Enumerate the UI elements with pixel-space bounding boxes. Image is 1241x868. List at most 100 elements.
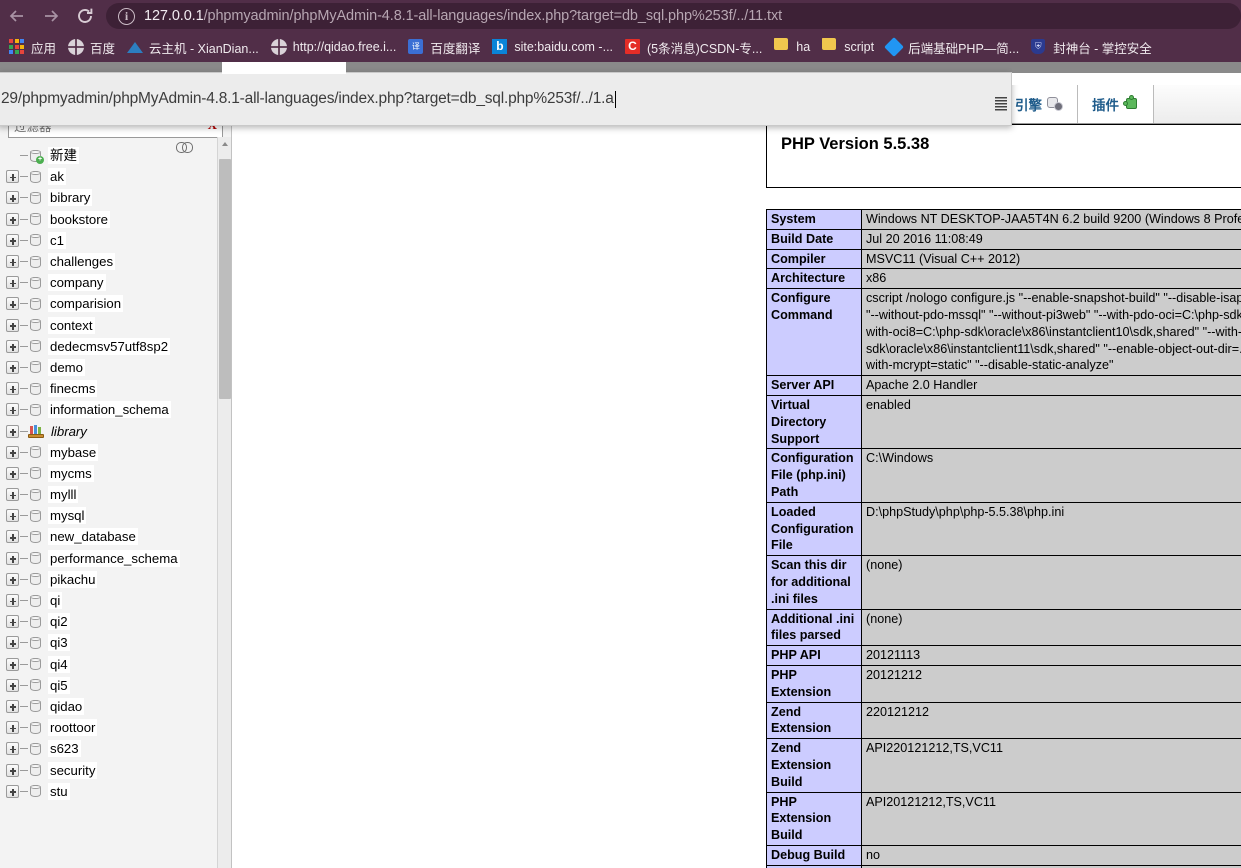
tree-expander-icon[interactable]: [6, 339, 19, 353]
tree-expander-icon[interactable]: [6, 784, 19, 798]
database-tree-item[interactable]: qi2: [0, 611, 217, 632]
tree-expander-icon[interactable]: [6, 509, 19, 523]
database-name-label: company: [48, 274, 106, 292]
tree-expander-icon[interactable]: [6, 403, 19, 417]
phpinfo-row-key: Scan this dir for additional .ini files: [766, 555, 862, 610]
bookmark-item[interactable]: 应用: [7, 35, 63, 59]
database-tree-item[interactable]: context: [0, 315, 217, 336]
sidebar-scroll-up-button[interactable]: [218, 137, 231, 151]
tree-expander-icon[interactable]: [6, 551, 19, 565]
database-tree-item[interactable]: s623: [0, 738, 217, 759]
sidebar-scrollbar[interactable]: [217, 137, 231, 868]
reload-button[interactable]: [68, 0, 102, 32]
phpinfo-row-key: Debug Build: [766, 844, 862, 866]
bookmark-item[interactable]: b site:baidu.com -...: [490, 35, 620, 59]
database-tree-item[interactable]: demo: [0, 357, 217, 378]
sidebar-scrollbar-thumb[interactable]: [219, 159, 231, 399]
tree-connector: [20, 684, 28, 686]
tree-expander-icon[interactable]: [6, 466, 19, 480]
tree-expander-icon[interactable]: [6, 191, 19, 205]
database-tree-item[interactable]: roottoor: [0, 717, 217, 738]
tree-expander-icon[interactable]: [6, 382, 19, 396]
bookmark-item[interactable]: 后端基础PHP—简...: [884, 35, 1026, 59]
address-bar[interactable]: i 127.0.0.1/phpmyadmin/phpMyAdmin-4.8.1-…: [106, 3, 1241, 29]
database-tree-item[interactable]: new_database: [0, 526, 217, 547]
tree-expander-icon[interactable]: [6, 742, 19, 756]
tree-connector: [20, 239, 28, 241]
tree-connector: [20, 494, 28, 496]
database-tree-item[interactable]: performance_schema: [0, 548, 217, 569]
tree-expander-icon[interactable]: [6, 763, 19, 777]
database-tree-item[interactable]: finecms: [0, 378, 217, 399]
tree-connector: [20, 642, 28, 644]
bookmark-item[interactable]: 译百度翻译: [406, 35, 487, 59]
tree-expander-icon[interactable]: [6, 276, 19, 290]
database-tree-item[interactable]: ak: [0, 166, 217, 187]
database-tree-item[interactable]: security: [0, 759, 217, 780]
database-tree-item[interactable]: information_schema: [0, 399, 217, 420]
tree-expander-icon[interactable]: [6, 170, 19, 184]
tree-expander-icon[interactable]: [6, 572, 19, 586]
database-tree-item[interactable]: pikachu: [0, 569, 217, 590]
tree-expander-icon[interactable]: [6, 424, 19, 438]
tree-expander-icon[interactable]: [6, 721, 19, 735]
plugin-icon: [1123, 95, 1139, 111]
tree-expander-icon[interactable]: [6, 297, 19, 311]
tree-expander-icon[interactable]: [6, 255, 19, 269]
database-tree-item[interactable]: company: [0, 272, 217, 293]
text-caret: [614, 90, 616, 108]
shield-icon: ⛨: [1031, 39, 1047, 55]
database-tree-item[interactable]: bookstore: [0, 209, 217, 230]
database-icon: [28, 466, 43, 480]
tree-expander-icon[interactable]: [6, 233, 19, 247]
tree-expander-icon[interactable]: [6, 212, 19, 226]
database-tree-item[interactable]: qi3: [0, 632, 217, 653]
database-tree-item[interactable]: c1: [0, 230, 217, 251]
phpinfo-row: Server API Apache 2.0 Handler: [766, 375, 1241, 396]
database-icon: [28, 191, 43, 205]
tab-plugins[interactable]: 插件: [1077, 84, 1153, 123]
bookmark-item[interactable]: ha: [772, 35, 817, 59]
database-tree-item[interactable]: bibrary: [0, 187, 217, 208]
database-tree-item[interactable]: stu: [0, 781, 217, 802]
bookmark-item[interactable]: C (5条消息)CSDN-专...: [623, 35, 769, 59]
bookmark-item[interactable]: 云主机 - XianDian...: [125, 35, 266, 59]
database-tree-item[interactable]: library: [0, 420, 217, 441]
database-tree-item[interactable]: mybase: [0, 442, 217, 463]
tree-expander-icon[interactable]: [6, 699, 19, 713]
tree-expander-icon[interactable]: [6, 678, 19, 692]
tree-expander-icon[interactable]: [6, 445, 19, 459]
database-tree-item[interactable]: mycms: [0, 463, 217, 484]
back-button[interactable]: [0, 0, 34, 32]
tree-expander-icon[interactable]: [6, 636, 19, 650]
database-tree-new-item[interactable]: + 新建: [0, 145, 217, 166]
bookmark-item[interactable]: http://qidao.free.i...: [269, 35, 404, 59]
bookmark-item[interactable]: 百度: [66, 35, 122, 59]
tree-expander-icon[interactable]: [6, 594, 19, 608]
database-name-label: challenges: [48, 253, 116, 271]
tree-expander-icon[interactable]: [6, 615, 19, 629]
tree-expander-icon[interactable]: [6, 657, 19, 671]
database-tree-item[interactable]: mysql: [0, 505, 217, 526]
tree-expander-icon[interactable]: [6, 360, 19, 374]
bookmark-item[interactable]: ⛨ 封神台 - 掌控安全: [1029, 35, 1159, 59]
database-tree-item[interactable]: mylll: [0, 484, 217, 505]
database-tree-item[interactable]: comparision: [0, 293, 217, 314]
bookmark-label: (5条消息)CSDN-专...: [647, 41, 763, 56]
phpinfo-row-key: Virtual Directory Support: [766, 394, 862, 450]
database-tree-item[interactable]: challenges: [0, 251, 217, 272]
database-tree-item[interactable]: qi4: [0, 654, 217, 675]
database-tree-item[interactable]: dedecmsv57utf8sp2: [0, 336, 217, 357]
tree-connector: [20, 578, 28, 580]
forward-button[interactable]: [34, 0, 68, 32]
database-tree-item[interactable]: qi5: [0, 675, 217, 696]
tree-expander-icon[interactable]: [6, 488, 19, 502]
bookmark-item[interactable]: script: [820, 35, 881, 59]
database-tree-item[interactable]: qi: [0, 590, 217, 611]
tree-expander-icon[interactable]: [6, 318, 19, 332]
database-tree-item[interactable]: qidao: [0, 696, 217, 717]
omnibox-edit-overlay[interactable]: 29/phpmyadmin/phpMyAdmin-4.8.1-all-langu…: [0, 72, 1012, 126]
tree-expander-icon[interactable]: [6, 530, 19, 544]
database-icon: [28, 297, 43, 311]
info-icon[interactable]: i: [118, 7, 135, 25]
